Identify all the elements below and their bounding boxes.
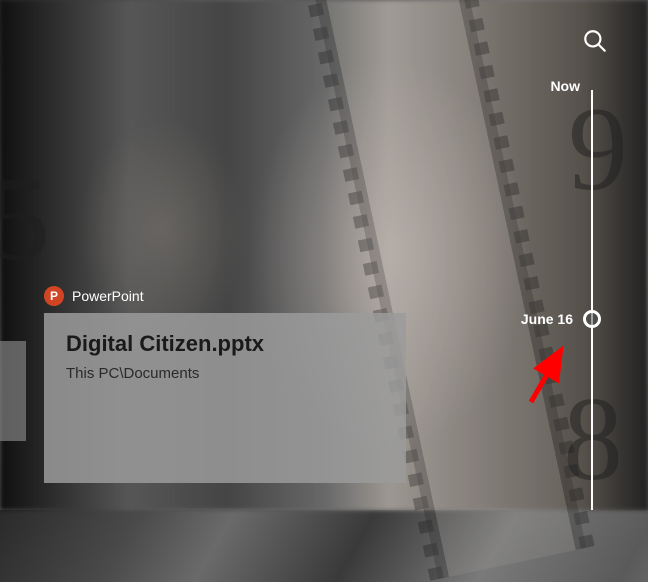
activity-title: Digital Citizen.pptx [66,331,384,357]
powerpoint-icon: P [44,286,64,306]
activity-path: This PC\Documents [66,365,384,382]
timeline-now-label: Now [550,78,580,94]
wallpaper-decor: 9 [568,80,628,218]
powerpoint-icon-letter: P [50,289,58,303]
timeline-date-label: June 16 [521,311,573,327]
timeline-track[interactable] [591,90,593,510]
activity-app-header: P PowerPoint [44,286,144,306]
wallpaper-decor: 8 [563,370,623,508]
activity-card[interactable]: Digital Citizen.pptx This PC\Documents [44,313,406,483]
timeline-scrubber[interactable] [583,310,601,328]
search-icon [582,28,608,54]
search-button[interactable] [582,28,608,59]
wallpaper-decor: 5 [0,150,50,288]
activity-app-name: PowerPoint [72,288,144,304]
activity-card-partial[interactable] [0,341,26,441]
